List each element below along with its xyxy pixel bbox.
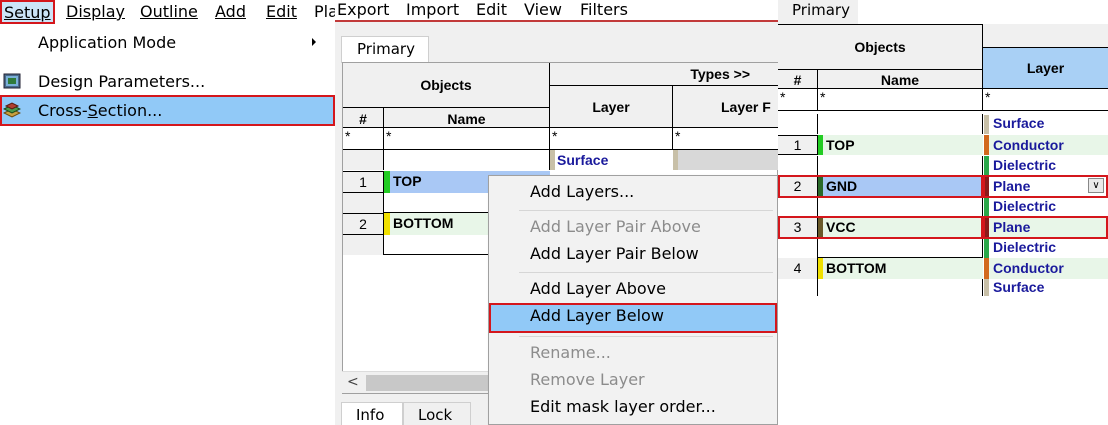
header-name: Name	[818, 70, 983, 89]
separator	[519, 272, 773, 273]
ctx-rename[interactable]: Rename...	[489, 340, 777, 367]
annotation-box	[778, 175, 983, 198]
row-name-cell	[818, 114, 983, 134]
filter-layer[interactable]: *	[983, 89, 1108, 111]
header-name: Name	[384, 108, 550, 128]
header-types[interactable]: Types >>	[550, 63, 778, 86]
separator	[519, 336, 773, 337]
tab-lock[interactable]: Lock	[403, 402, 471, 425]
layer-surface[interactable]: Surface	[557, 152, 673, 170]
surface-strip	[550, 150, 555, 170]
menu-item-label: Design Parameters...	[38, 72, 206, 91]
submenu-arrow-icon	[312, 38, 316, 46]
scroll-left-icon[interactable]: <	[347, 374, 359, 390]
menu-item-design-parameters[interactable]: Design Parameters...	[0, 66, 335, 97]
menu-item-application-mode[interactable]: Application Mode	[0, 27, 335, 58]
menu-item-label: Cross-Section...	[38, 101, 163, 120]
menu-add[interactable]: Add	[215, 2, 246, 21]
menu-item-cross-section[interactable]: Cross-Section...	[0, 95, 335, 126]
separator	[519, 210, 773, 211]
row-name-top[interactable]: TOP	[826, 137, 983, 155]
row-number[interactable]: 4	[778, 258, 818, 279]
row-num-cell	[343, 150, 384, 170]
menu-view[interactable]: View	[524, 0, 562, 19]
filter-name[interactable]: *	[818, 89, 983, 111]
setup-dropdown: Application Mode Design Parameters... Cr…	[0, 24, 335, 425]
menu-display[interactable]: Display	[66, 2, 125, 21]
row-name-cell	[818, 279, 983, 296]
ctx-add-layers[interactable]: Add Layers...	[489, 179, 777, 206]
filter-layer[interactable]: *	[550, 128, 673, 150]
menu-setup[interactable]: Setup	[0, 0, 55, 24]
menu-item-label: Application Mode	[38, 33, 177, 52]
header-objects: Objects	[343, 63, 550, 108]
filter-layer-function[interactable]: *	[673, 128, 778, 150]
filter-name[interactable]: *	[384, 128, 550, 150]
ctx-remove-layer[interactable]: Remove Layer	[489, 367, 777, 394]
row-num-cell	[343, 193, 384, 213]
menu-edit[interactable]: Edit	[476, 0, 507, 19]
ctx-add-layer-pair-above[interactable]: Add Layer Pair Above	[489, 214, 777, 241]
menu-bar: Setup Display Outline Add Edit Pla	[0, 0, 335, 24]
layer-cell[interactable]: Conductor	[989, 137, 1108, 155]
header-num: #	[778, 70, 818, 89]
header-objects: Objects	[778, 24, 983, 70]
filter-num[interactable]: *	[778, 89, 818, 111]
setup-menu-panel: Setup Display Outline Add Edit Pla Appli…	[0, 0, 335, 425]
ctx-add-layer-above[interactable]: Add Layer Above	[489, 276, 777, 303]
cross-section-result-panel: Primary Objects # Name Layer * * * Surfa…	[778, 0, 1108, 425]
context-menu: Add Layers... Add Layer Pair Above Add L…	[488, 175, 778, 425]
row-number[interactable]: 1	[778, 135, 818, 155]
design-parameters-icon	[3, 73, 21, 89]
tab-info[interactable]: Info	[341, 402, 403, 425]
header-layer-function: Layer F	[673, 86, 778, 128]
row-num-cell	[778, 279, 818, 296]
row-number[interactable]: 1	[343, 171, 384, 193]
row-name-cell	[818, 156, 983, 176]
layer-function-cell	[678, 150, 778, 170]
ctx-edit-mask-layer-order[interactable]: Edit mask layer order...	[489, 394, 777, 421]
layer-cell[interactable]: Dielectric	[989, 157, 1108, 176]
header-num: #	[343, 108, 384, 128]
layer-cell[interactable]: Surface	[989, 279, 1108, 296]
tab-primary[interactable]: Primary	[341, 36, 429, 63]
row-num-cell	[343, 235, 384, 255]
row-name-cell	[384, 150, 550, 170]
row-num-cell	[778, 156, 818, 176]
layer-cell[interactable]: Dielectric	[989, 198, 1108, 217]
menu-outline[interactable]: Outline	[140, 2, 198, 21]
row-num-cell	[778, 198, 818, 217]
menu-bar: Export Import Edit View Filters	[335, 0, 778, 22]
header-blank	[983, 24, 1108, 48]
header-layer: Layer	[983, 48, 1108, 89]
row-name-bottom[interactable]: BOTTOM	[826, 260, 983, 278]
ctx-add-layer-pair-below[interactable]: Add Layer Pair Below	[489, 241, 777, 268]
row-num-cell	[778, 114, 818, 134]
annotation-box	[778, 216, 983, 239]
tab-primary[interactable]: Primary	[778, 0, 858, 24]
menu-placement[interactable]: Pla	[314, 2, 335, 21]
header-layer: Layer	[550, 86, 673, 128]
scrollbar-thumb[interactable]	[366, 375, 492, 391]
row-name-cell	[818, 198, 983, 217]
layer-cell[interactable]: Dielectric	[989, 239, 1108, 258]
layer-grid: Objects # Name Layer * * * Surface 1 TOP…	[778, 24, 1108, 425]
annotation-box	[983, 175, 1108, 198]
layer-cell[interactable]: Conductor	[989, 260, 1108, 278]
menu-export[interactable]: Export	[337, 0, 389, 19]
horizontal-scrollbar[interactable]: <	[342, 371, 492, 393]
annotation-box	[983, 216, 1108, 239]
menu-filters[interactable]: Filters	[580, 0, 628, 19]
menu-import[interactable]: Import	[406, 0, 459, 19]
layer-cell[interactable]: Surface	[989, 115, 1108, 134]
row-number[interactable]: 2	[343, 213, 384, 235]
row-name-cell	[818, 239, 983, 258]
ctx-add-layer-below[interactable]: Add Layer Below	[489, 303, 777, 333]
cross-section-window: Export Import Edit View Filters Primary …	[335, 0, 778, 425]
row-num-cell	[778, 239, 818, 258]
filter-num[interactable]: *	[343, 128, 384, 150]
menu-edit[interactable]: Edit	[266, 2, 297, 21]
cross-section-icon	[2, 102, 22, 118]
